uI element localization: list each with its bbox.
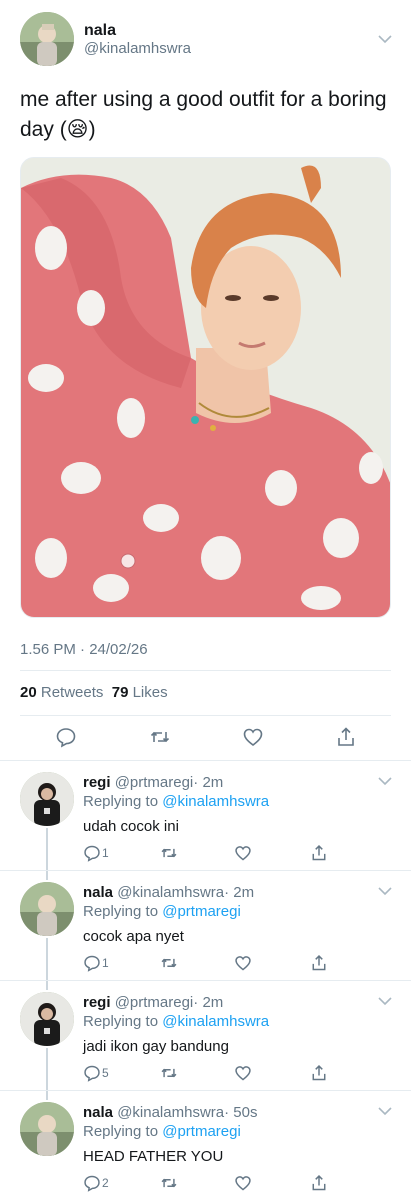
reply-avatar[interactable] bbox=[20, 882, 74, 936]
reply-author-handle[interactable]: @prtmaregi bbox=[115, 994, 194, 1011]
reply-author-name[interactable]: regi bbox=[83, 774, 111, 791]
chevron-down-icon[interactable] bbox=[378, 776, 392, 786]
author-name[interactable]: nala bbox=[84, 22, 116, 40]
share-icon bbox=[312, 845, 326, 861]
like-icon bbox=[235, 846, 251, 861]
replying-to: Replying to @kinalamhswra bbox=[83, 793, 269, 810]
retweets-label[interactable]: Retweets bbox=[41, 684, 104, 701]
reply-count: 5 bbox=[102, 1066, 109, 1080]
reply-icon bbox=[84, 1175, 100, 1192]
replying-to-label: Replying to bbox=[83, 793, 159, 810]
chevron-down-icon[interactable] bbox=[378, 886, 392, 896]
retweet-icon bbox=[161, 848, 177, 858]
reply-time: · 2m bbox=[224, 884, 255, 901]
like-icon bbox=[235, 1066, 251, 1081]
divider bbox=[20, 715, 391, 716]
replying-to-link[interactable]: @kinalamhswra bbox=[162, 1013, 269, 1030]
reply-button[interactable]: 1 bbox=[83, 954, 109, 972]
reply-author-handle[interactable]: @kinalamhswra bbox=[117, 1104, 224, 1121]
retweet-button[interactable] bbox=[160, 954, 178, 972]
share-icon bbox=[312, 1175, 326, 1191]
retweet-button[interactable] bbox=[160, 844, 178, 862]
reply-tweet[interactable]: regi @prtmaregi· 2m Replying to @kinalam… bbox=[0, 760, 411, 870]
retweet-icon[interactable] bbox=[149, 726, 171, 748]
reply-avatar[interactable] bbox=[20, 992, 74, 1046]
tweet-stats: 20 Retweets 79 Likes bbox=[20, 684, 168, 701]
reply-header: regi @prtmaregi· 2m bbox=[83, 774, 223, 791]
reply-time: · 50s bbox=[224, 1104, 258, 1121]
reply-header: nala @kinalamhswra· 2m bbox=[83, 884, 254, 901]
divider bbox=[20, 670, 391, 671]
share-icon[interactable] bbox=[335, 726, 357, 748]
reply-author-handle[interactable]: @prtmaregi bbox=[115, 774, 194, 791]
retweets-count[interactable]: 20 bbox=[20, 684, 37, 701]
retweet-icon bbox=[161, 1178, 177, 1188]
replying-to-link[interactable]: @prtmaregi bbox=[162, 1123, 241, 1140]
like-button[interactable] bbox=[234, 1174, 252, 1192]
likes-label[interactable]: Likes bbox=[133, 684, 168, 701]
reply-tweet[interactable]: nala @kinalamhswra· 2m Replying to @prtm… bbox=[0, 870, 411, 980]
like-button[interactable] bbox=[234, 1064, 252, 1082]
reply-icon bbox=[84, 845, 100, 862]
like-button[interactable] bbox=[234, 844, 252, 862]
replying-to: Replying to @prtmaregi bbox=[83, 903, 241, 920]
reply-text: jadi ikon gay bandung bbox=[83, 1038, 229, 1055]
like-icon bbox=[235, 1176, 251, 1191]
reply-icon bbox=[84, 1065, 100, 1082]
retweet-icon bbox=[161, 958, 177, 968]
chevron-down-icon[interactable] bbox=[378, 34, 392, 44]
share-button[interactable] bbox=[310, 954, 328, 972]
chevron-down-icon[interactable] bbox=[378, 996, 392, 1006]
share-button[interactable] bbox=[310, 1174, 328, 1192]
retweet-icon bbox=[161, 1068, 177, 1078]
tweet-timestamp: 1.56 PM · 24/02/26 bbox=[20, 641, 148, 658]
like-icon bbox=[235, 956, 251, 971]
reply-icon[interactable] bbox=[55, 726, 77, 748]
share-button[interactable] bbox=[310, 844, 328, 862]
tweet-text: me after using a good outfit for a borin… bbox=[20, 88, 387, 141]
reply-avatar[interactable] bbox=[20, 1102, 74, 1156]
replying-to: Replying to @prtmaregi bbox=[83, 1123, 241, 1140]
reply-text: cocok apa nyet bbox=[83, 928, 184, 945]
share-icon bbox=[312, 955, 326, 971]
reply-tweet[interactable]: nala @kinalamhswra· 50s Replying to @prt… bbox=[0, 1090, 411, 1200]
reply-text: udah cocok ini bbox=[83, 818, 179, 835]
likes-count[interactable]: 79 bbox=[112, 684, 129, 701]
reply-time: · 2m bbox=[193, 994, 224, 1011]
replying-to-label: Replying to bbox=[83, 1123, 159, 1140]
reply-count: 1 bbox=[102, 846, 109, 860]
reply-avatar[interactable] bbox=[20, 772, 74, 826]
replying-to-label: Replying to bbox=[83, 903, 159, 920]
like-icon[interactable] bbox=[242, 726, 264, 748]
like-button[interactable] bbox=[234, 954, 252, 972]
retweet-button[interactable] bbox=[160, 1174, 178, 1192]
reply-tweet[interactable]: regi @prtmaregi· 2m Replying to @kinalam… bbox=[0, 980, 411, 1090]
retweet-button[interactable] bbox=[160, 1064, 178, 1082]
replying-to-link[interactable]: @kinalamhswra bbox=[162, 793, 269, 810]
replying-to: Replying to @kinalamhswra bbox=[83, 1013, 269, 1030]
share-button[interactable] bbox=[310, 1064, 328, 1082]
reply-count: 1 bbox=[102, 956, 109, 970]
reply-button[interactable]: 1 bbox=[83, 844, 109, 862]
chevron-down-icon[interactable] bbox=[378, 1106, 392, 1116]
reply-count: 2 bbox=[102, 1176, 109, 1190]
replying-to-link[interactable]: @prtmaregi bbox=[162, 903, 241, 920]
reply-button[interactable]: 2 bbox=[83, 1174, 109, 1192]
reply-time: · 2m bbox=[193, 774, 224, 791]
share-icon bbox=[312, 1065, 326, 1081]
reply-header: nala @kinalamhswra· 50s bbox=[83, 1104, 257, 1121]
reply-author-name[interactable]: regi bbox=[83, 994, 111, 1011]
reply-text: HEAD FATHER YOU bbox=[83, 1148, 224, 1165]
tweet-photo[interactable] bbox=[20, 157, 391, 618]
author-avatar[interactable] bbox=[20, 12, 74, 66]
author-handle[interactable]: @kinalamhswra bbox=[84, 40, 191, 57]
reply-icon bbox=[84, 955, 100, 972]
replying-to-label: Replying to bbox=[83, 1013, 159, 1030]
reply-author-name[interactable]: nala bbox=[83, 1104, 113, 1121]
reply-author-handle[interactable]: @kinalamhswra bbox=[117, 884, 224, 901]
reply-author-name[interactable]: nala bbox=[83, 884, 113, 901]
reply-header: regi @prtmaregi· 2m bbox=[83, 994, 223, 1011]
reply-button[interactable]: 5 bbox=[83, 1064, 109, 1082]
